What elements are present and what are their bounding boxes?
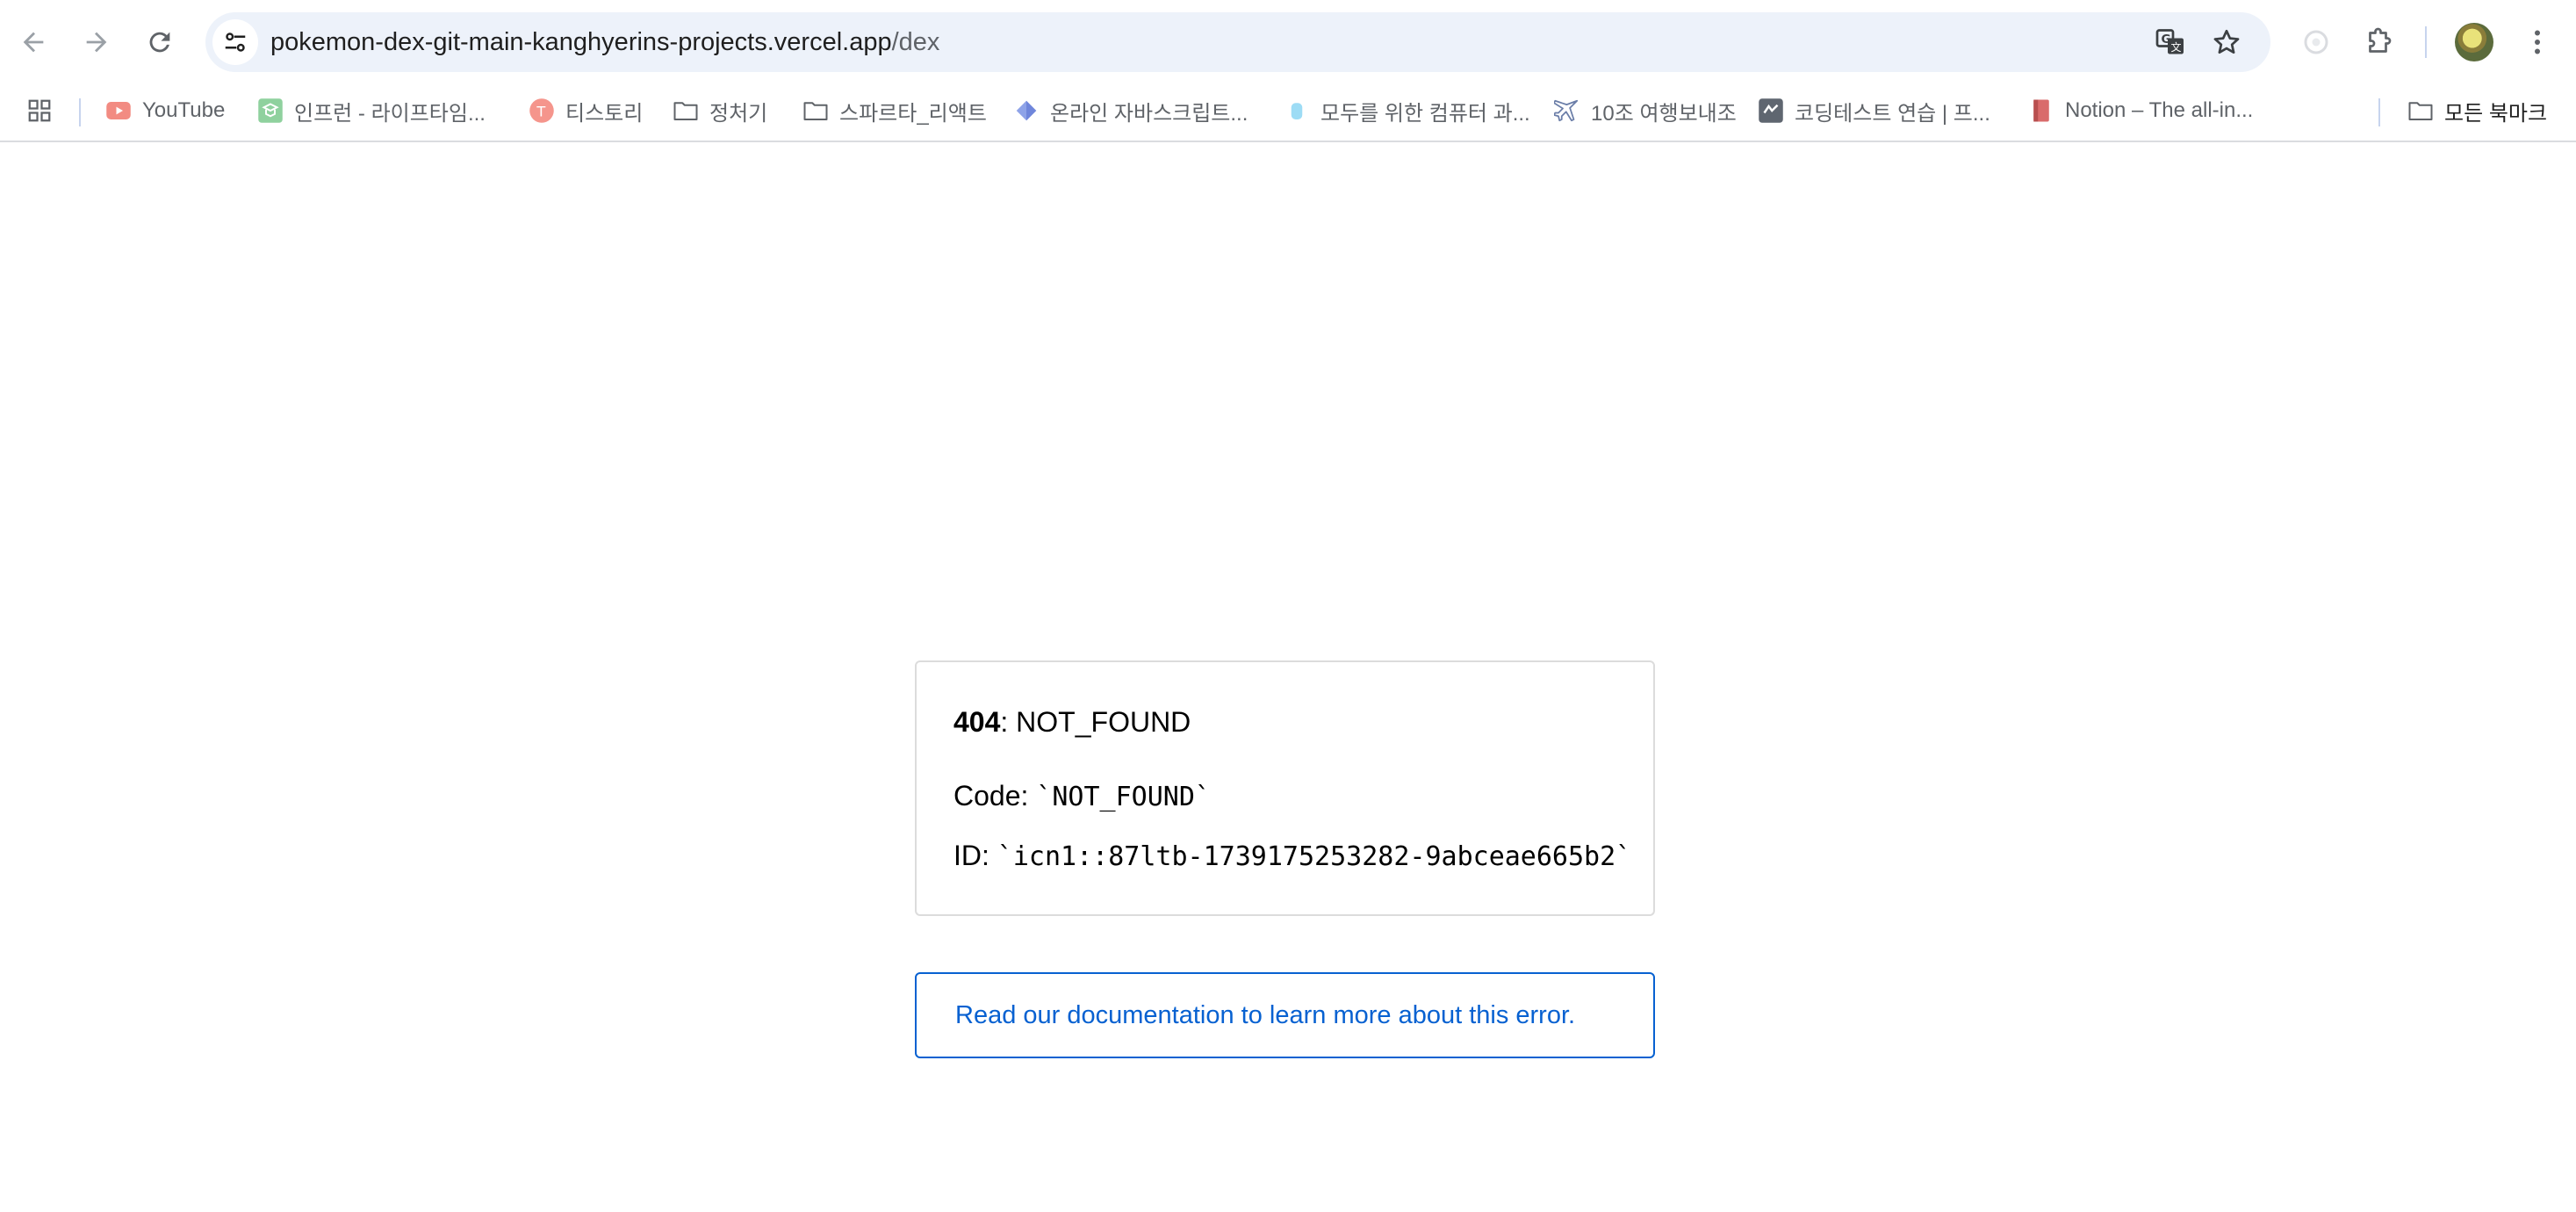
error-status-code: 404: [953, 706, 1001, 738]
tune-icon: [225, 32, 246, 52]
translate-button[interactable]: G 文: [2151, 23, 2190, 61]
profile-avatar[interactable]: [2455, 23, 2493, 61]
bookmark-online-javascript[interactable]: 온라인 자바스크립트...: [1013, 91, 1248, 130]
notion-icon: [2028, 97, 2054, 124]
bookmark-label: 인프런 - 라이프타임...: [294, 101, 486, 126]
url-path: /dex: [891, 28, 940, 56]
error-id-line: ID: `icn1::87ltb-1739175253282-9abceae66…: [953, 840, 1631, 872]
bookmark-label: 코딩테스트 연습 | 프...: [1795, 101, 1990, 126]
apps-button[interactable]: [26, 91, 53, 130]
bookmarks-divider: [2378, 98, 2380, 126]
reload-button[interactable]: [137, 19, 183, 65]
programmers-icon: [1758, 97, 1784, 124]
forward-button[interactable]: [74, 19, 119, 65]
browser-toolbar: pokemon-dex-git-main-kanghyerins-project…: [0, 0, 2576, 84]
bookmark-travel-team[interactable]: 10조 여행보내조: [1554, 91, 1737, 130]
error-status-text: : NOT_FOUND: [1000, 706, 1191, 738]
extensions-button[interactable]: [2358, 21, 2400, 63]
error-id-value: `icn1::87ltb-1739175253282-9abceae665b2`: [997, 841, 1632, 872]
bookmark-label: 10조 여행보내조: [1591, 101, 1737, 126]
kebab-menu-icon: [2535, 30, 2540, 54]
arrow-left-icon: [23, 32, 44, 53]
bookmark-folder-jeongcheogi[interactable]: 정처기: [673, 91, 767, 130]
bookmarks-bar: YouTube 인프런 - 라이프타임... T 티스토리 정처기 스파르타_리…: [0, 84, 2576, 142]
translate-icon: G 文: [2155, 29, 2184, 54]
diamond-icon: [1013, 97, 1040, 124]
bookmark-tistory[interactable]: T 티스토리: [529, 91, 643, 130]
error-heading: 404: NOT_FOUND: [953, 706, 1191, 739]
url-text[interactable]: pokemon-dex-git-main-kanghyerins-project…: [270, 12, 939, 72]
bookmark-cs-for-everyone[interactable]: 모두를 위한 컴퓨터 과...: [1284, 91, 1530, 130]
youtube-icon: [105, 97, 132, 124]
site-info-button[interactable]: [212, 19, 258, 65]
puzzle-icon: [2369, 27, 2392, 53]
error-box: 404: NOT_FOUND Code: `NOT_FOUND` ID: `ic…: [915, 660, 1655, 916]
star-icon: [2213, 29, 2240, 54]
tistory-icon: T: [529, 97, 555, 124]
bookmark-coding-test[interactable]: 코딩테스트 연습 | 프...: [1758, 91, 1990, 130]
svg-text:文: 文: [2170, 40, 2181, 54]
error-code-value: `NOT_FOUND`: [1036, 782, 1211, 812]
documentation-link[interactable]: Read our documentation to learn more abo…: [915, 972, 1655, 1058]
folder-icon: [2407, 97, 2434, 124]
drop-icon: [1284, 97, 1310, 124]
all-bookmarks-button[interactable]: 모든 북마크: [2407, 91, 2547, 130]
bookmark-youtube[interactable]: YouTube: [105, 91, 225, 130]
bookmark-label: 온라인 자바스크립트...: [1050, 101, 1248, 126]
back-button[interactable]: [11, 19, 56, 65]
bookmarks-divider: [79, 98, 81, 126]
all-bookmarks-label: 모든 북마크: [2444, 101, 2548, 126]
error-id-label: ID:: [953, 840, 997, 871]
bookmark-label: 모두를 위한 컴퓨터 과...: [1320, 101, 1530, 126]
url-host: pokemon-dex-git-main-kanghyerins-project…: [270, 28, 892, 56]
error-code-line: Code: `NOT_FOUND`: [953, 780, 1211, 812]
folder-icon: [673, 97, 699, 124]
bookmark-inflearn[interactable]: 인프런 - 라이프타임...: [257, 91, 486, 130]
bookmark-notion[interactable]: Notion – The all-in...: [2028, 91, 2253, 130]
bookmark-label: Notion – The all-in...: [2065, 98, 2254, 122]
address-bar[interactable]: pokemon-dex-git-main-kanghyerins-project…: [205, 12, 2270, 72]
menu-button[interactable]: [2516, 21, 2558, 63]
svg-text:T: T: [536, 103, 545, 119]
folder-icon: [802, 97, 829, 124]
extension-action-button[interactable]: [2295, 21, 2337, 63]
bookmark-label: 티스토리: [565, 101, 644, 126]
arrow-right-icon: [86, 32, 107, 53]
apps-grid-icon: [26, 97, 53, 124]
reload-icon: [149, 32, 170, 53]
bookmark-label: YouTube: [142, 98, 226, 122]
toolbar-divider: [2425, 26, 2427, 58]
airplane-icon: [1554, 97, 1580, 124]
inflearn-icon: [257, 97, 284, 124]
bookmark-label: 스파르타_리액트: [839, 101, 987, 126]
bookmark-folder-sparta-react[interactable]: 스파르타_리액트: [802, 91, 987, 130]
bookmark-star-button[interactable]: [2207, 23, 2246, 61]
bookmark-label: 정처기: [709, 101, 768, 126]
error-code-label: Code:: [953, 780, 1037, 812]
loading-circle-icon: [2304, 30, 2328, 54]
documentation-link-label: Read our documentation to learn more abo…: [955, 1000, 1576, 1029]
